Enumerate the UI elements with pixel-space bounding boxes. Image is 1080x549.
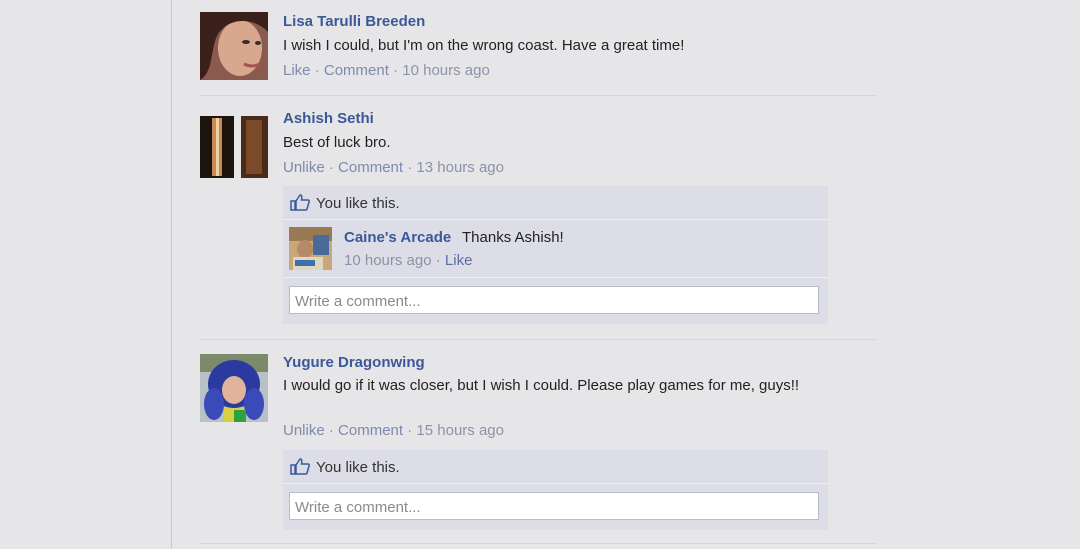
reply-text: Thanks Ashish! (462, 229, 564, 246)
separator: · (403, 422, 417, 439)
avatar[interactable] (200, 110, 268, 178)
separator: · (324, 422, 339, 439)
likes-summary: You like this. (283, 450, 828, 484)
divider (200, 339, 876, 340)
likes-summary: You like this. (283, 186, 828, 220)
comment-meta: Unlike · Comment · 15 hours ago (283, 422, 504, 439)
like-link[interactable]: Like (283, 62, 311, 79)
reply-item: Caine's Arcade Thanks Ashish! 10 hours a… (283, 220, 828, 278)
separator: · (403, 159, 417, 176)
likes-text: You like this. (316, 459, 400, 476)
comment-meta: Like · Comment · 10 hours ago (283, 62, 490, 79)
timestamp[interactable]: 10 hours ago (344, 252, 432, 269)
comment-item: Ashish Sethi Best of luck bro. Unlike · … (200, 110, 880, 180)
comment-meta: Unlike · Comment · 13 hours ago (283, 159, 504, 176)
thumbs-up-icon (290, 458, 310, 475)
comment-item: Lisa Tarulli Breeden I wish I could, but… (200, 12, 880, 92)
avatar[interactable] (200, 12, 268, 80)
separator: · (388, 62, 403, 79)
reply-author[interactable]: Caine's Arcade (344, 229, 451, 246)
timestamp[interactable]: 13 hours ago (416, 159, 504, 176)
timestamp[interactable]: 10 hours ago (402, 62, 490, 79)
write-comment-box: Write a comment... (283, 484, 828, 530)
separator: · (324, 159, 339, 176)
separator: · (431, 252, 445, 269)
comment-author[interactable]: Yugure Dragonwing (283, 354, 425, 371)
like-link[interactable]: Like (445, 252, 473, 269)
comment-input[interactable]: Write a comment... (289, 286, 819, 314)
unlike-link[interactable]: Unlike (283, 422, 325, 439)
thumbs-up-icon (290, 194, 310, 211)
comment-author[interactable]: Lisa Tarulli Breeden (283, 13, 425, 30)
likes-text: You like this. (316, 195, 400, 212)
comment-text: I wish I could, but I'm on the wrong coa… (283, 37, 685, 54)
comment-text: I would go if it was closer, but I wish … (283, 377, 800, 394)
comment-item: Yugure Dragonwing I would go if it was c… (200, 354, 880, 444)
comment-link[interactable]: Comment (324, 62, 389, 79)
avatar[interactable] (289, 227, 332, 270)
unlike-link[interactable]: Unlike (283, 159, 325, 176)
avatar[interactable] (200, 354, 268, 422)
separator: · (310, 62, 324, 79)
comment-text: Best of luck bro. (283, 134, 391, 151)
comment-author[interactable]: Ashish Sethi (283, 110, 374, 127)
reply-meta: 10 hours ago · Like (344, 252, 472, 269)
write-comment-box: Write a comment... (283, 278, 828, 324)
divider (200, 543, 876, 544)
timestamp[interactable]: 15 hours ago (416, 422, 504, 439)
feed-left-border (171, 0, 172, 549)
comment-link[interactable]: Comment (338, 159, 403, 176)
divider (200, 95, 876, 96)
comment-input[interactable]: Write a comment... (289, 492, 819, 520)
comment-link[interactable]: Comment (338, 422, 403, 439)
